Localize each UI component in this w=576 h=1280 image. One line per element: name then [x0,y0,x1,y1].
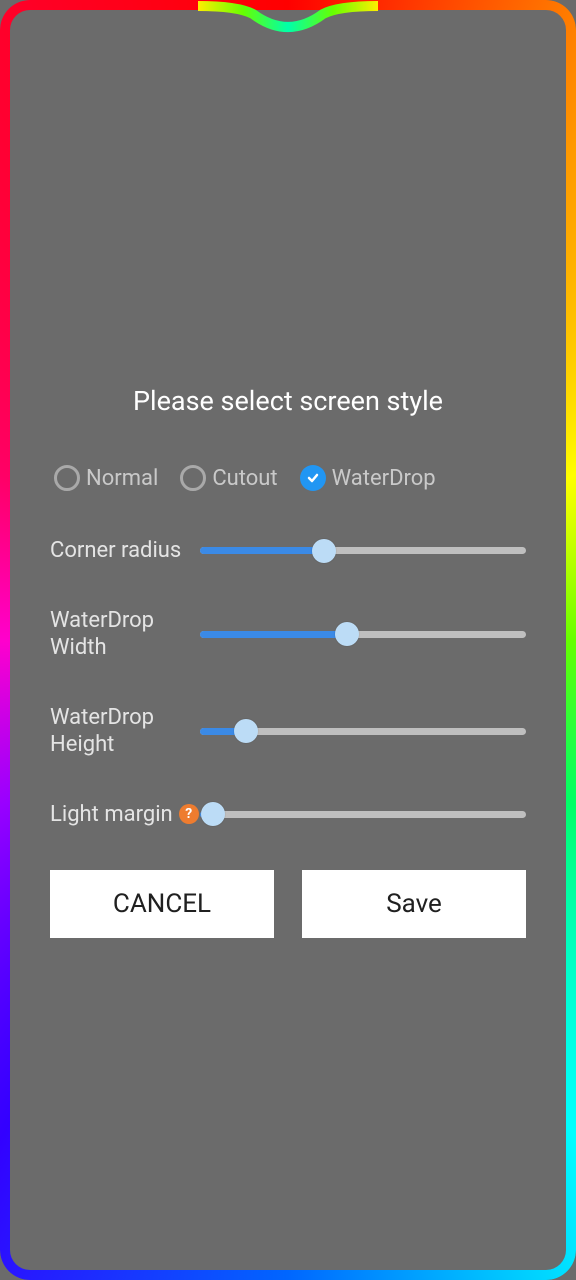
radio-circle-icon [180,465,206,491]
slider-row-waterdrop-height: WaterDrop Height [50,704,526,759]
radio-label: Cutout [212,466,277,491]
slider-row-corner-radius: Corner radius [50,537,526,565]
slider-thumb[interactable] [201,802,225,826]
radio-waterdrop[interactable]: WaterDrop [300,465,436,491]
button-row: CANCEL Save [50,870,526,938]
slider-track [200,811,526,818]
slider-fill [200,547,324,554]
waterdrop-width-slider[interactable] [200,622,526,646]
slider-thumb[interactable] [312,539,336,563]
radio-check-icon [300,465,326,491]
slider-thumb[interactable] [335,622,359,646]
radio-label: Normal [86,466,158,491]
slider-row-light-margin: Light margin ? [50,801,526,829]
waterdrop-notch [198,0,378,36]
slider-label: Light margin ? [50,801,200,829]
slider-fill [200,631,347,638]
light-margin-slider[interactable] [200,802,526,826]
style-radio-group: Normal Cutout WaterDrop [50,465,526,491]
slider-thumb[interactable] [234,719,258,743]
corner-radius-slider[interactable] [200,539,526,563]
radio-circle-icon [54,465,80,491]
slider-label-text: Light margin [50,801,173,829]
slider-label: WaterDrop Width [50,607,200,662]
radio-label: WaterDrop [332,466,436,491]
slider-label: WaterDrop Height [50,704,200,759]
slider-label: Corner radius [50,537,200,565]
slider-row-waterdrop-width: WaterDrop Width [50,607,526,662]
save-button[interactable]: Save [302,870,526,938]
waterdrop-height-slider[interactable] [200,719,526,743]
settings-panel: Please select screen style Normal Cutout… [50,385,526,938]
help-icon[interactable]: ? [179,804,199,824]
radio-cutout[interactable]: Cutout [180,465,277,491]
panel-title: Please select screen style [50,385,526,417]
cancel-button[interactable]: CANCEL [50,870,274,938]
radio-normal[interactable]: Normal [54,465,158,491]
